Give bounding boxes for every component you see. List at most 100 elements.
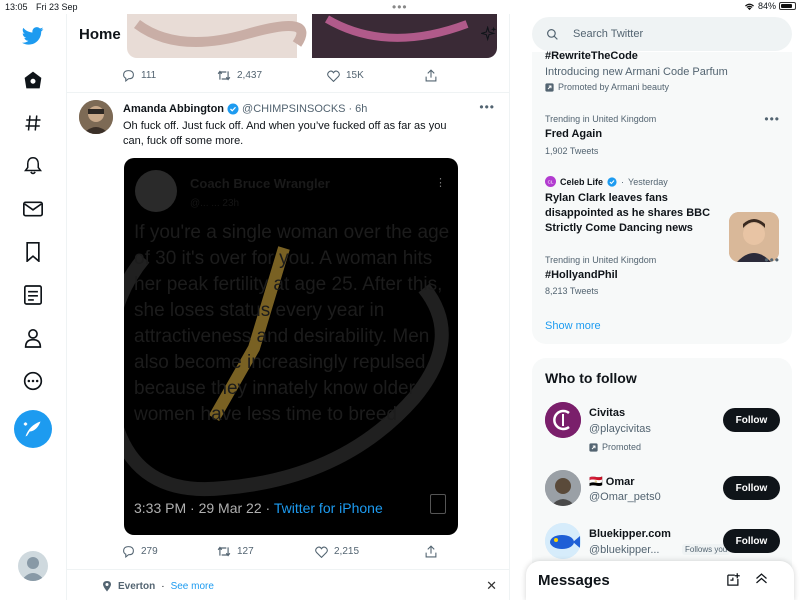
- search-bar[interactable]: Search Twitter: [532, 17, 792, 51]
- embedded-source: Twitter for iPhone: [273, 500, 383, 516]
- promoted-by-text: Promoted by Armani beauty: [558, 82, 670, 92]
- new-message-icon[interactable]: [726, 572, 741, 592]
- news-headline[interactable]: Rylan Clark leaves fans disappointed as …: [545, 191, 725, 236]
- follow-1-note: Promoted: [602, 442, 642, 452]
- account-avatar[interactable]: [18, 551, 48, 581]
- follow-button-bluekipper[interactable]: Follow: [723, 529, 780, 553]
- follow-2-name-line[interactable]: 🇪🇬 Omar: [589, 475, 635, 488]
- follow-button-omar[interactable]: Follow: [723, 476, 780, 500]
- follow-2-flag: 🇪🇬: [589, 476, 603, 488]
- reply-icon: [123, 70, 134, 82]
- bluekipper-avatar[interactable]: [545, 523, 581, 559]
- tweet-author-avatar[interactable]: [79, 100, 113, 134]
- trend-1-count: 1,902 Tweets: [545, 146, 599, 156]
- compose-tweet-button[interactable]: [14, 410, 52, 448]
- promoted-arrow-icon: [545, 82, 554, 92]
- messages-drawer[interactable]: Messages: [526, 561, 794, 600]
- tweet-share-button[interactable]: [425, 545, 437, 558]
- tweet-header: Amanda Abbington @CHIMPSINSOCKS · 6h: [123, 103, 367, 115]
- right-sidebar: #RewriteTheCode Introducing new Armani C…: [510, 14, 800, 600]
- messages-label: Messages: [538, 572, 610, 589]
- tweet-reply-button[interactable]: 279: [122, 545, 217, 558]
- location-banner: Everton · See more: [102, 580, 214, 592]
- tweet-author-handle[interactable]: @CHIMPSINSOCKS: [242, 103, 345, 115]
- reply-button[interactable]: 111: [122, 69, 217, 82]
- left-nav: [0, 14, 67, 600]
- retweet-button[interactable]: 2,437: [217, 69, 327, 82]
- more-circle-icon[interactable]: [21, 369, 45, 393]
- reply-icon: [123, 546, 134, 558]
- previous-tweet-media[interactable]: [127, 14, 497, 58]
- trend-2-title[interactable]: #HollyandPhil: [545, 269, 618, 281]
- close-icon[interactable]: ✕: [486, 578, 497, 594]
- retweet-count: 2,437: [237, 70, 263, 81]
- divider: [67, 569, 509, 570]
- explore-hash-icon[interactable]: [21, 111, 45, 135]
- svg-text:CL: CL: [548, 179, 554, 184]
- like-count: 15K: [346, 70, 364, 81]
- lists-icon[interactable]: [21, 283, 45, 307]
- embedded-author-avatar: [135, 170, 177, 212]
- show-more-link[interactable]: Show more: [545, 320, 601, 332]
- share-button[interactable]: [425, 69, 437, 82]
- follow-1-name[interactable]: Civitas: [589, 407, 625, 419]
- follow-1-handle[interactable]: @playcivitas: [589, 423, 651, 435]
- tweet-time[interactable]: 6h: [355, 103, 367, 115]
- news-time: Yesterday: [628, 176, 668, 187]
- dot: ·: [621, 176, 625, 187]
- who-to-follow-title: Who to follow: [545, 370, 637, 386]
- trend-1-context: Trending in United Kingdom: [545, 114, 657, 124]
- embedded-author-handle: @... ... 23h: [190, 198, 240, 209]
- notifications-bell-icon[interactable]: [21, 154, 45, 178]
- retweet-icon: [217, 546, 231, 557]
- compose-tweet-icon: [23, 421, 41, 437]
- location-pin-icon: [103, 581, 111, 592]
- page-title: Home: [79, 26, 121, 43]
- like-button[interactable]: 15K: [327, 70, 425, 82]
- embedded-tweet-text: If you're a single woman over the age of…: [134, 222, 450, 425]
- search-input[interactable]: Search Twitter: [573, 28, 643, 40]
- tweet-like-count: 2,215: [334, 546, 360, 557]
- home-icon[interactable]: [21, 68, 45, 92]
- verified-badge-icon: [227, 103, 239, 115]
- dot: ·: [161, 580, 165, 592]
- timeline: Home 111 2,437 15K Amanda Abbington @CHI…: [67, 14, 510, 600]
- trend-2-more-icon[interactable]: •••: [764, 253, 780, 267]
- promoted-arrow-icon: [589, 442, 598, 452]
- prev-tweet-actions: 111 2,437 15K: [122, 69, 442, 82]
- civitas-avatar[interactable]: [545, 402, 581, 438]
- heart-icon: [315, 546, 328, 558]
- sparkle-top-tweets-icon[interactable]: [479, 25, 497, 47]
- wifi-icon: [744, 3, 754, 10]
- who-to-follow-panel: Who to follow Civitas @playcivitas Promo…: [532, 358, 792, 588]
- tweet-media-screenshot[interactable]: Coach Bruce Wrangler @... ... 23h ⋮ If y…: [124, 158, 458, 535]
- tweet-like-button[interactable]: 2,215: [315, 546, 425, 558]
- tweet-text: Oh fuck off. Just fuck off. And when you…: [123, 120, 447, 147]
- follow-button-civitas[interactable]: Follow: [723, 408, 780, 432]
- promoted-trend-tag[interactable]: #RewriteTheCode: [545, 50, 638, 62]
- trend-1-more-icon[interactable]: •••: [764, 112, 780, 126]
- twitter-logo-icon[interactable]: [21, 24, 45, 48]
- follow-3-name[interactable]: Bluekipper.com: [589, 528, 671, 540]
- collapse-up-icon[interactable]: [754, 571, 769, 591]
- news-source-line: CL Celeb Life · Yesterday: [545, 176, 668, 187]
- trend-1-title[interactable]: Fred Again: [545, 128, 602, 140]
- messages-mail-icon[interactable]: [21, 197, 45, 221]
- celeb-life-logo-icon: CL: [545, 176, 556, 187]
- verified-badge-icon: [607, 176, 617, 187]
- follow-3-handle[interactable]: @bluekipper...: [589, 544, 660, 556]
- tweet-reply-count: 279: [141, 546, 158, 557]
- tweet-more-icon[interactable]: •••: [479, 100, 495, 114]
- omar-avatar[interactable]: [545, 470, 581, 506]
- location-see-more-link[interactable]: See more: [171, 581, 214, 592]
- search-icon: [547, 28, 558, 40]
- embedded-more-icon: ⋮: [435, 177, 446, 189]
- status-date: Fri 23 Sep: [36, 2, 78, 12]
- profile-icon[interactable]: [21, 326, 45, 350]
- tweet-retweet-button[interactable]: 127: [217, 545, 315, 558]
- bookmarks-icon[interactable]: [21, 240, 45, 264]
- heart-icon: [327, 70, 340, 82]
- multitasking-dots-icon[interactable]: •••: [392, 0, 408, 14]
- follow-2-handle[interactable]: @Omar_pets0: [589, 491, 661, 503]
- tweet-author-name[interactable]: Amanda Abbington: [123, 103, 224, 115]
